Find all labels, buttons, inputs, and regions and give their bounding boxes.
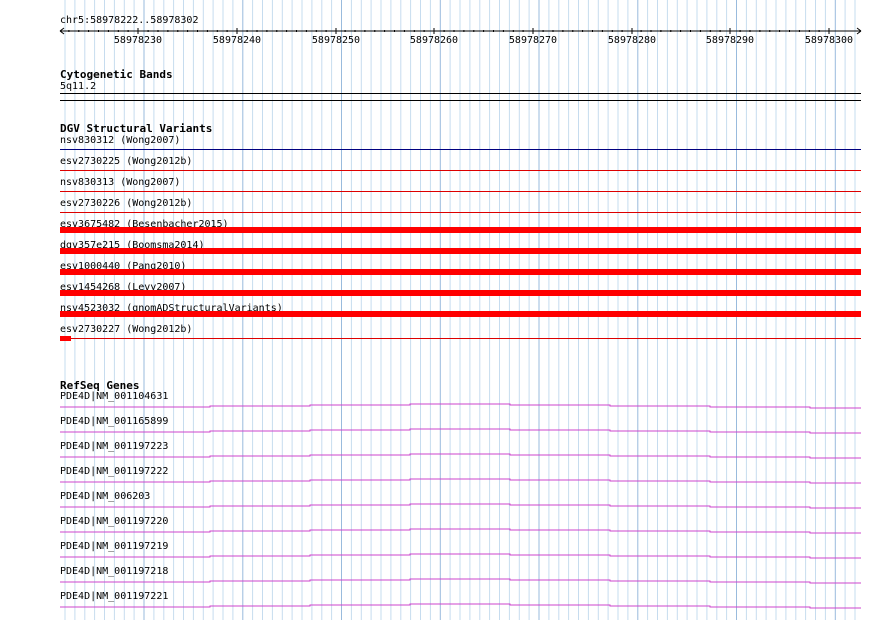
ruler-tick-label: 58978280 xyxy=(607,35,657,46)
dgv-variant-feature[interactable] xyxy=(60,336,71,341)
refseq-gene-feature[interactable] xyxy=(0,452,890,460)
refseq-gene-line xyxy=(60,428,861,434)
dgv-variant-feature[interactable] xyxy=(60,227,861,233)
dgv-variant-label[interactable]: nsv830313 (Wong2007) xyxy=(60,177,180,189)
ruler-tick-label: 58978300 xyxy=(804,35,854,46)
refseq-gene-feature[interactable] xyxy=(0,527,890,535)
refseq-gene-feature[interactable] xyxy=(0,477,890,485)
refseq-gene-feature[interactable] xyxy=(0,427,890,435)
refseq-gene-line xyxy=(60,453,861,459)
refseq-gene-feature[interactable] xyxy=(0,602,890,610)
ruler-tick-label: 58978270 xyxy=(508,35,558,46)
dgv-variant-feature[interactable] xyxy=(60,191,861,192)
dgv-variant-feature[interactable] xyxy=(60,212,861,213)
refseq-gene-feature[interactable] xyxy=(0,577,890,585)
refseq-gene-line xyxy=(60,603,861,609)
refseq-gene-feature[interactable] xyxy=(0,552,890,560)
cytoband-label[interactable]: 5q11.2 xyxy=(60,81,96,93)
refseq-gene-line xyxy=(60,503,861,509)
dgv-variant-feature[interactable] xyxy=(60,170,861,171)
ruler-tick-label: 58978250 xyxy=(311,35,361,46)
cytogenetic-track-title: Cytogenetic Bands xyxy=(60,68,173,81)
dgv-variant-label[interactable]: esv2730227 (Wong2012b) xyxy=(60,324,192,336)
dgv-variant-label[interactable]: nsv830312 (Wong2007) xyxy=(60,135,180,147)
dgv-variant-feature[interactable] xyxy=(60,311,861,317)
dgv-variant-feature[interactable] xyxy=(60,338,861,339)
ruler-tick-label: 58978240 xyxy=(212,35,262,46)
refseq-gene-line xyxy=(60,403,861,409)
dgv-track-title: DGV Structural Variants xyxy=(60,122,213,135)
refseq-gene-line xyxy=(60,553,861,559)
dgv-variant-feature[interactable] xyxy=(60,149,861,150)
dgv-variant-feature[interactable] xyxy=(60,269,861,275)
ruler-tick-label: 58978290 xyxy=(705,35,755,46)
track-divider xyxy=(60,100,861,101)
refseq-gene-line xyxy=(60,478,861,484)
dgv-variant-label[interactable]: esv2730225 (Wong2012b) xyxy=(60,156,192,168)
dgv-variant-feature[interactable] xyxy=(60,248,861,254)
refseq-gene-line xyxy=(60,578,861,584)
cytoband-feature[interactable] xyxy=(60,93,861,94)
refseq-gene-line xyxy=(60,528,861,534)
refseq-gene-feature[interactable] xyxy=(0,502,890,510)
ruler-tick-label: 58978260 xyxy=(409,35,459,46)
refseq-gene-feature[interactable] xyxy=(0,402,890,410)
genome-browser-viewer: chr5:58978222..58978302 58978230 58978240… xyxy=(0,0,890,620)
dgv-variant-label[interactable]: esv2730226 (Wong2012b) xyxy=(60,198,192,210)
ruler-tick-label: 58978230 xyxy=(113,35,163,46)
dgv-variant-feature[interactable] xyxy=(60,290,861,296)
